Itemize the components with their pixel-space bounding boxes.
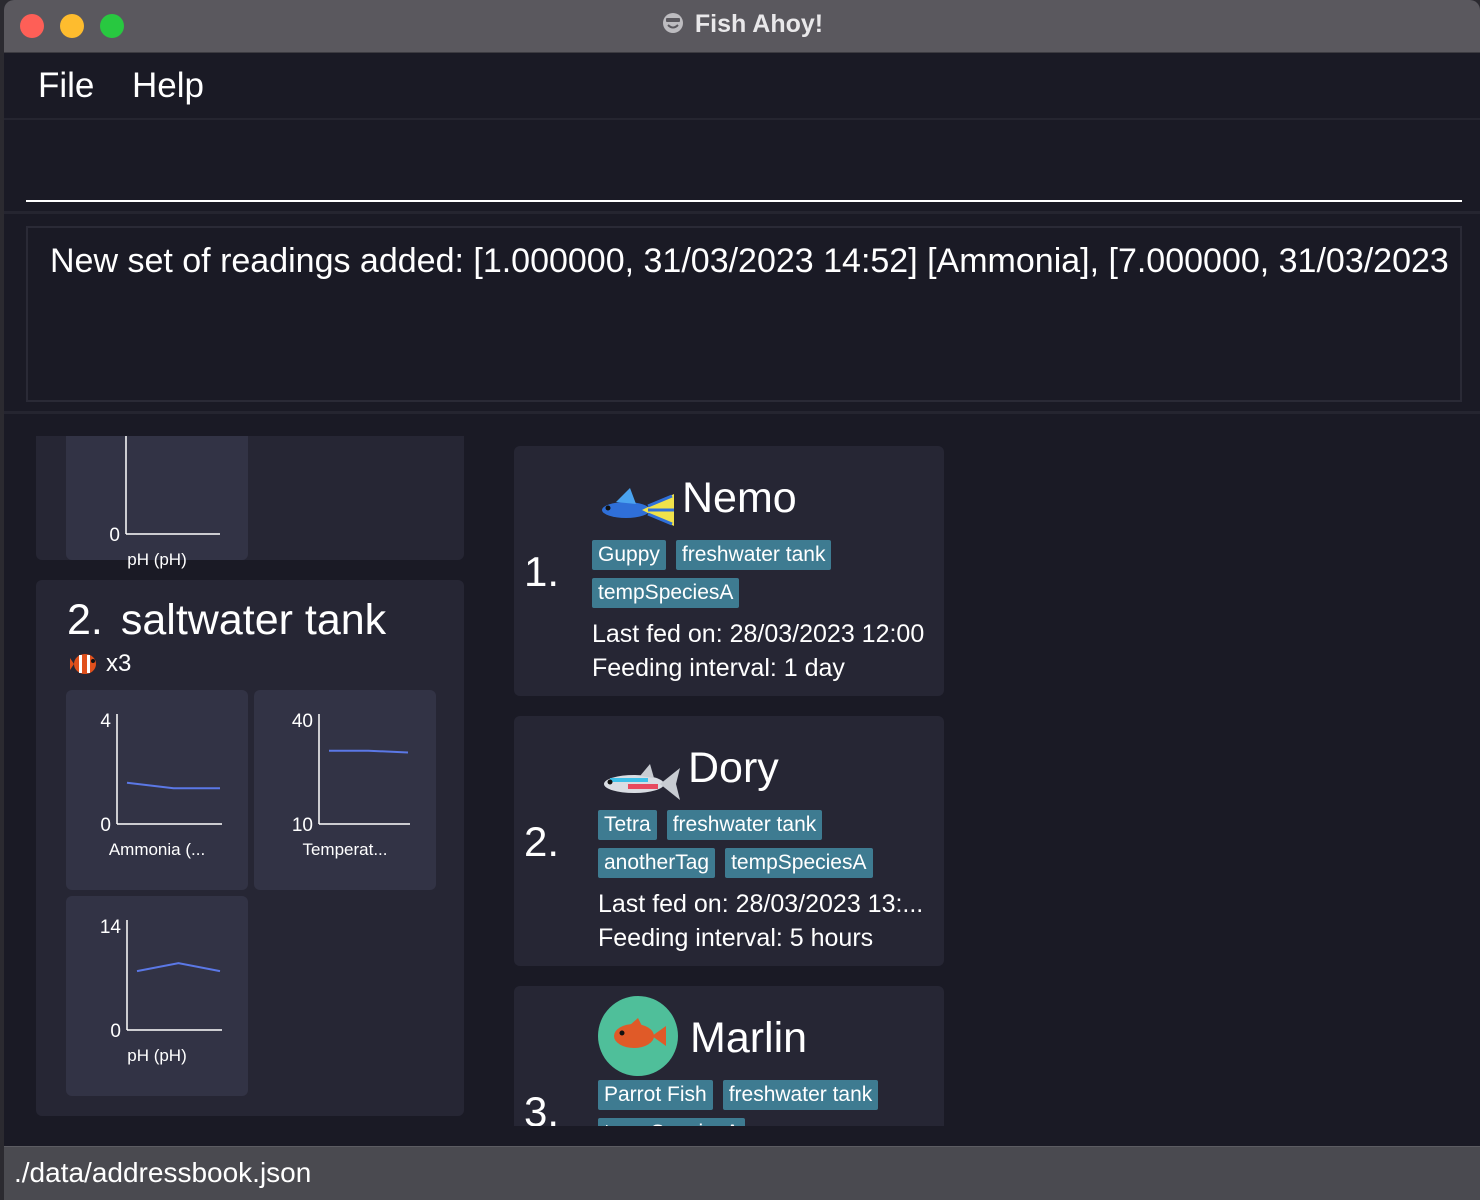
chart-label: pH (pH): [127, 1046, 187, 1065]
app-logo-icon: [662, 13, 683, 33]
fish-card[interactable]: 3. Marlin Parrot Fish freshwater tank temp…: [514, 986, 944, 1126]
result-box[interactable]: New set of readings added: [1.000000, 31…: [26, 226, 1462, 402]
chart-label: Temperat...: [302, 840, 388, 859]
result-text: New set of readings added: [1.000000, 31…: [50, 242, 1460, 280]
tag-list: Tetra freshwater tank anotherTag tempSpecie…: [598, 810, 938, 886]
fish-card[interactable]: 2. Dory Tetra freshwater tank anotherTag te…: [514, 716, 944, 966]
y-tick-max: 14: [100, 917, 122, 938]
tank-index: 2.: [67, 596, 103, 644]
series-line: [329, 749, 409, 754]
tag-list: Guppy freshwater tank tempSpeciesA: [592, 540, 932, 616]
tank-list-panel[interactable]: 0 pH (pH) 2. saltwater tank x3 4 0 Ammon…: [24, 436, 476, 1126]
y-tick-max: 4: [100, 711, 111, 732]
fish-index: 3.: [524, 1088, 560, 1126]
feeding-interval: Feeding interval: 5 hours: [598, 924, 874, 952]
tank-card[interactable]: 2. saltwater tank x3 4 0 Ammonia (... 40…: [36, 580, 464, 1116]
main-content: 0 pH (pH) 2. saltwater tank x3 4 0 Ammon…: [4, 416, 1480, 1146]
tag: tempSpeciesA: [598, 1118, 746, 1126]
chart-label: pH (pH): [127, 550, 187, 569]
tank-fish-count: x3: [70, 648, 131, 678]
app-window: Fish Ahoy! File Help New set of readings…: [4, 0, 1480, 1200]
tag: freshwater tank: [675, 540, 832, 570]
chart-ammonia[interactable]: 4 0 Ammonia (...: [66, 690, 248, 890]
window-title: Fish Ahoy!: [694, 10, 824, 38]
tag: freshwater tank: [666, 810, 823, 840]
tetra-icon: [604, 764, 680, 800]
fish-count: x3: [106, 650, 132, 677]
y-tick-min: 0: [109, 525, 120, 546]
chart-temperature-plot: 40 10: [292, 711, 410, 836]
tank-name: saltwater tank: [120, 596, 387, 644]
fish-index: 1.: [524, 548, 560, 595]
chart-ammonia-plot: 4 0: [100, 711, 222, 836]
chart-label: Ammonia (...: [108, 840, 206, 859]
tag: freshwater tank: [722, 1080, 879, 1110]
y-tick-min: 0: [100, 815, 111, 836]
save-location: ./data/addressbook.json: [14, 1157, 312, 1188]
window-title-group: Fish Ahoy!: [4, 10, 1480, 39]
feeding-interval: Feeding interval: 1 day: [592, 654, 845, 682]
title-bar: Fish Ahoy!: [4, 0, 1480, 53]
series-line: [136, 962, 221, 973]
last-fed: Last fed on: 28/03/2023 13:...: [598, 890, 924, 918]
tag: Tetra: [598, 810, 657, 840]
tag: tempSpeciesA: [592, 578, 740, 608]
result-display: New set of readings added: [1.000000, 31…: [4, 214, 1480, 414]
menu-help[interactable]: Help: [132, 66, 204, 106]
fish-card[interactable]: 1. Nemo Guppy freshwater tank tempSpeciesA…: [514, 446, 944, 696]
status-bar: ./data/addressbook.json: [4, 1146, 1480, 1200]
chart-ph[interactable]: 14 0 pH (pH): [66, 896, 248, 1096]
chart-ph: 0 pH (pH): [66, 436, 248, 569]
tag-list: Parrot Fish freshwater tank tempSpeciesA: [598, 1080, 938, 1126]
menu-file[interactable]: File: [38, 66, 94, 106]
clownfish-icon: [70, 654, 96, 674]
y-tick-max: 40: [292, 711, 313, 732]
tank-card[interactable]: 0 pH (pH): [36, 436, 464, 569]
chart-temperature[interactable]: 40 10 Temperat...: [254, 690, 436, 890]
fish-name: Nemo: [682, 474, 797, 522]
fish-name: Dory: [688, 744, 779, 792]
chart-ph-axes: 0: [109, 436, 220, 546]
tank-title: 2. saltwater tank: [67, 596, 386, 645]
menu-bar: File Help: [4, 54, 1480, 120]
command-box: [4, 122, 1480, 214]
tag: tempSpeciesA: [725, 848, 873, 878]
fish-list-panel[interactable]: 1. Nemo Guppy freshwater tank tempSpeciesA…: [514, 436, 944, 1126]
series-line: [126, 781, 220, 790]
guppy-icon: [602, 488, 674, 526]
y-tick-min: 0: [110, 1021, 121, 1042]
fish-name: Marlin: [690, 1014, 808, 1062]
fish-index: 2.: [524, 818, 560, 865]
last-fed: Last fed on: 28/03/2023 12:00: [592, 620, 925, 648]
tag: Guppy: [592, 540, 666, 570]
tag: anotherTag: [598, 848, 716, 878]
parrot-fish-icon: [598, 996, 678, 1076]
y-tick-min: 10: [292, 815, 313, 836]
command-input[interactable]: [26, 142, 1462, 202]
chart-ph-plot: 14 0: [100, 917, 222, 1042]
tag: Parrot Fish: [598, 1080, 713, 1110]
